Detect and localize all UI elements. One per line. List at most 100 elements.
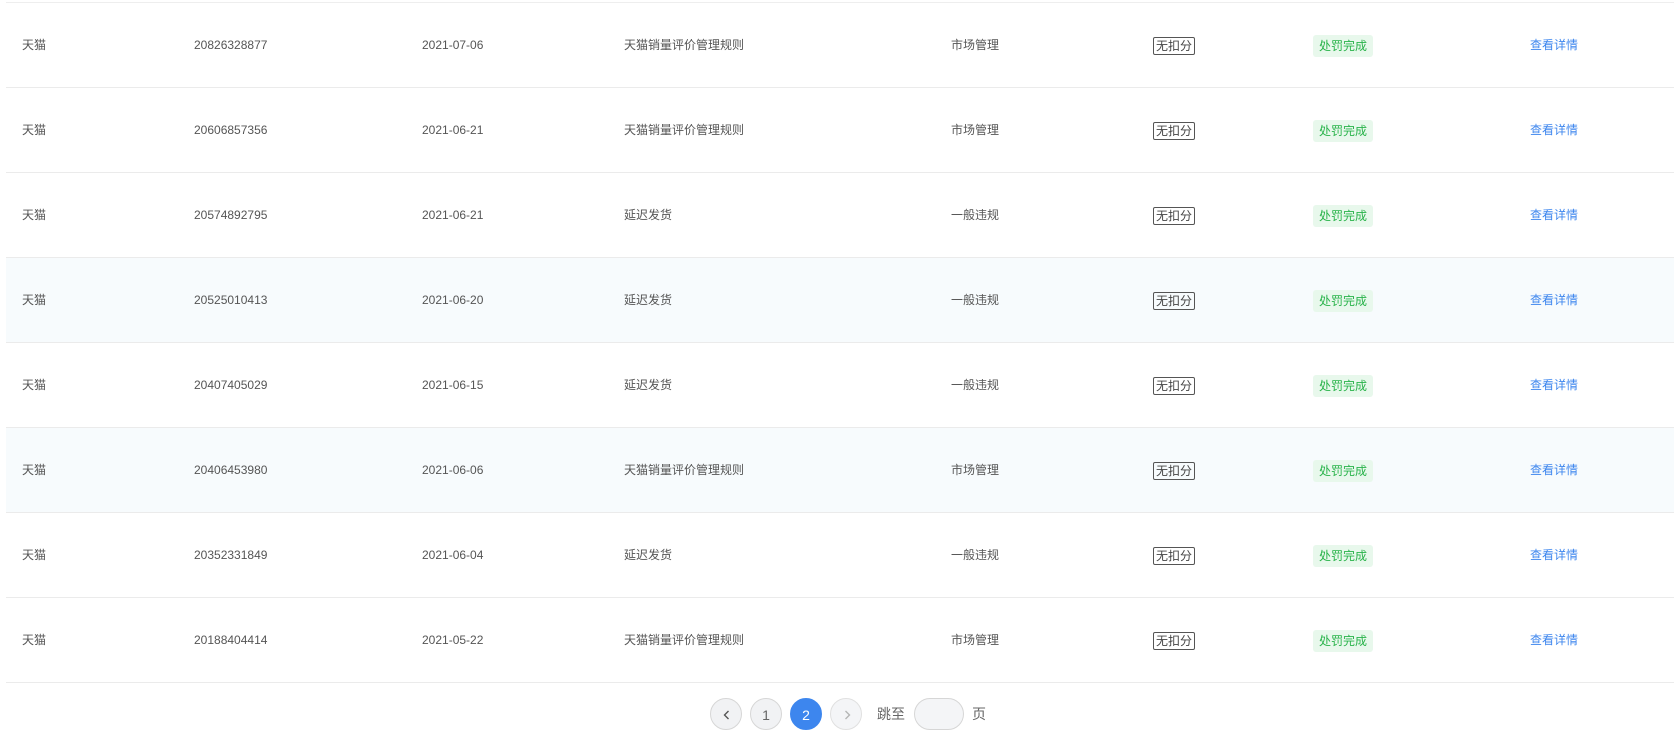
violation-type-cell: 市场管理	[951, 463, 1000, 477]
penalty-id-cell: 20606857356	[194, 123, 268, 137]
penalty-id-cell: 20826328877	[194, 38, 268, 52]
score-cell: 无扣分	[1153, 258, 1196, 342]
platform-cell: 天猫	[22, 463, 47, 477]
score-tag: 无扣分	[1153, 376, 1196, 395]
view-details-link[interactable]: 查看详情	[1530, 548, 1578, 562]
jump-to-label: 跳至	[877, 706, 905, 722]
page-suffix-label: 页	[972, 706, 986, 722]
penalty-id-cell: 20574892795	[194, 208, 268, 222]
chevron-right-icon	[845, 710, 851, 720]
rule-cell: 延迟发货	[624, 378, 673, 392]
score-cell: 无扣分	[1153, 428, 1196, 512]
score-tag: 无扣分	[1153, 546, 1196, 565]
score-tag: 无扣分	[1153, 631, 1196, 650]
platform-cell: 天猫	[22, 123, 47, 137]
platform-cell: 天猫	[22, 208, 47, 222]
platform-cell: 天猫	[22, 633, 47, 647]
penalty-id-cell: 20188404414	[194, 633, 268, 647]
table-row: 天猫 20525010413 2021-06-20 延迟发货 一般违规 无扣分 …	[6, 258, 1674, 343]
date-cell: 2021-05-22	[422, 633, 484, 647]
page-1-button[interactable]: 1	[750, 698, 782, 730]
view-details-link[interactable]: 查看详情	[1530, 378, 1578, 392]
status-badge: 处罚完成	[1313, 204, 1374, 227]
table-row: 天猫 20352331849 2021-06-04 延迟发货 一般违规 无扣分 …	[6, 513, 1674, 598]
platform-cell: 天猫	[22, 378, 47, 392]
score-tag: 无扣分	[1153, 206, 1196, 225]
date-cell: 2021-07-06	[422, 38, 484, 52]
status-cell: 处罚完成	[1313, 343, 1374, 427]
next-page-button[interactable]	[830, 698, 862, 730]
violation-type-cell: 一般违规	[951, 293, 1000, 307]
penalty-id-cell: 20407405029	[194, 378, 268, 392]
rule-cell: 天猫销量评价管理规则	[624, 633, 745, 647]
status-cell: 处罚完成	[1313, 173, 1374, 257]
action-cell: 查看详情	[1530, 258, 1578, 342]
action-cell: 查看详情	[1530, 513, 1578, 597]
platform-cell: 天猫	[22, 293, 47, 307]
action-cell: 查看详情	[1530, 173, 1578, 257]
status-badge: 处罚完成	[1313, 459, 1374, 482]
status-badge: 处罚完成	[1313, 34, 1374, 57]
violation-type-cell: 一般违规	[951, 548, 1000, 562]
status-cell: 处罚完成	[1313, 3, 1374, 87]
action-cell: 查看详情	[1530, 343, 1578, 427]
action-cell: 查看详情	[1530, 428, 1578, 512]
date-cell: 2021-06-21	[422, 123, 484, 137]
chevron-left-icon	[723, 710, 729, 720]
penalty-id-cell: 20406453980	[194, 463, 268, 477]
rule-cell: 天猫销量评价管理规则	[624, 463, 745, 477]
status-badge: 处罚完成	[1313, 544, 1374, 567]
penalty-id-cell: 20352331849	[194, 548, 268, 562]
table-row: 天猫 20407405029 2021-06-15 延迟发货 一般违规 无扣分 …	[6, 343, 1674, 428]
status-cell: 处罚完成	[1313, 428, 1374, 512]
score-cell: 无扣分	[1153, 513, 1196, 597]
score-cell: 无扣分	[1153, 88, 1196, 172]
table-row: 天猫 20574892795 2021-06-21 延迟发货 一般违规 无扣分 …	[6, 173, 1674, 258]
view-details-link[interactable]: 查看详情	[1530, 463, 1578, 477]
penalty-table: 天猫 20826328877 2021-07-06 天猫销量评价管理规则 市场管…	[6, 2, 1674, 683]
platform-cell: 天猫	[22, 38, 47, 52]
score-tag: 无扣分	[1153, 121, 1196, 140]
table-row: 天猫 20188404414 2021-05-22 天猫销量评价管理规则 市场管…	[6, 598, 1674, 683]
view-details-link[interactable]: 查看详情	[1530, 208, 1578, 222]
jump-page-input[interactable]	[914, 698, 964, 730]
date-cell: 2021-06-15	[422, 378, 484, 392]
rule-cell: 天猫销量评价管理规则	[624, 38, 745, 52]
view-details-link[interactable]: 查看详情	[1530, 38, 1578, 52]
status-badge: 处罚完成	[1313, 289, 1374, 312]
status-badge: 处罚完成	[1313, 119, 1374, 142]
view-details-link[interactable]: 查看详情	[1530, 633, 1578, 647]
status-cell: 处罚完成	[1313, 513, 1374, 597]
score-tag: 无扣分	[1153, 461, 1196, 480]
status-cell: 处罚完成	[1313, 598, 1374, 682]
score-cell: 无扣分	[1153, 343, 1196, 427]
violation-type-cell: 一般违规	[951, 208, 1000, 222]
violation-type-cell: 市场管理	[951, 633, 1000, 647]
platform-cell: 天猫	[22, 548, 47, 562]
date-cell: 2021-06-06	[422, 463, 484, 477]
score-tag: 无扣分	[1153, 291, 1196, 310]
violation-type-cell: 一般违规	[951, 378, 1000, 392]
action-cell: 查看详情	[1530, 598, 1578, 682]
score-tag: 无扣分	[1153, 36, 1196, 55]
rule-cell: 延迟发货	[624, 548, 673, 562]
status-badge: 处罚完成	[1313, 374, 1374, 397]
date-cell: 2021-06-21	[422, 208, 484, 222]
rule-cell: 天猫销量评价管理规则	[624, 123, 745, 137]
action-cell: 查看详情	[1530, 3, 1578, 87]
status-badge: 处罚完成	[1313, 629, 1374, 652]
view-details-link[interactable]: 查看详情	[1530, 293, 1578, 307]
page-2-button[interactable]: 2	[790, 698, 822, 730]
violation-type-cell: 市场管理	[951, 38, 1000, 52]
date-cell: 2021-06-04	[422, 548, 484, 562]
rule-cell: 延迟发货	[624, 293, 673, 307]
score-cell: 无扣分	[1153, 3, 1196, 87]
table-row: 天猫 20826328877 2021-07-06 天猫销量评价管理规则 市场管…	[6, 3, 1674, 88]
action-cell: 查看详情	[1530, 88, 1578, 172]
score-cell: 无扣分	[1153, 173, 1196, 257]
score-cell: 无扣分	[1153, 598, 1196, 682]
prev-page-button[interactable]	[710, 698, 742, 730]
status-cell: 处罚完成	[1313, 88, 1374, 172]
view-details-link[interactable]: 查看详情	[1530, 123, 1578, 137]
status-cell: 处罚完成	[1313, 258, 1374, 342]
